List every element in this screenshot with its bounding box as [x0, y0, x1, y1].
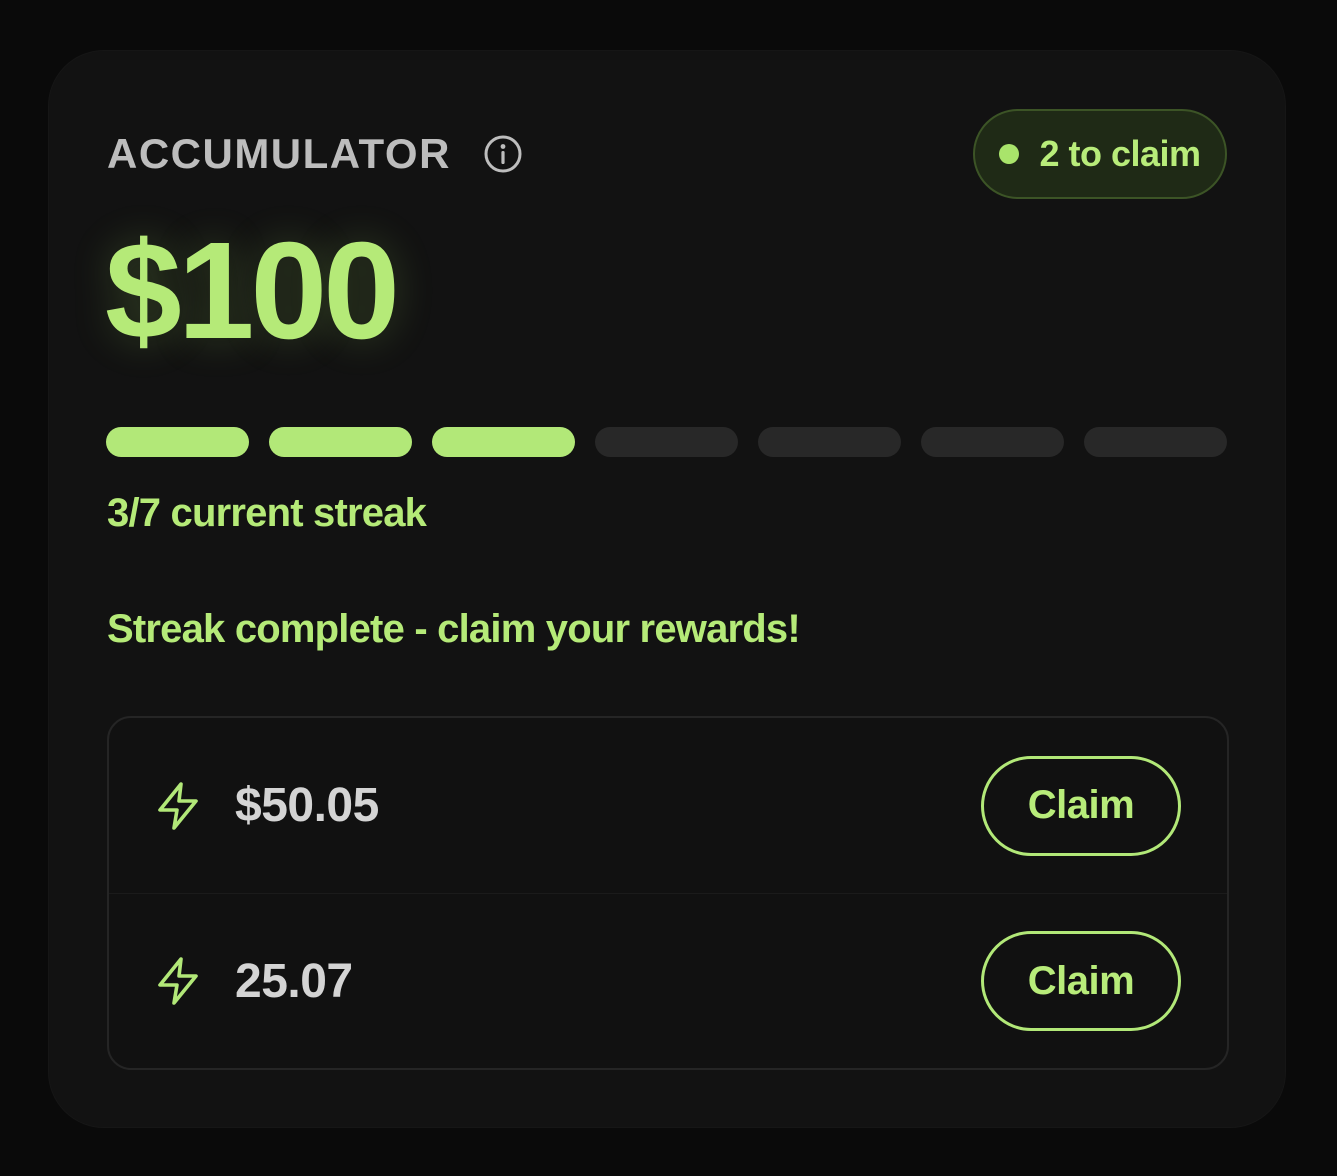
streak-segment-complete: [269, 427, 412, 457]
status-dot-icon: [999, 144, 1020, 164]
accumulated-amount: $100: [105, 214, 400, 368]
lightning-bolt-icon: [155, 956, 201, 1006]
streak-segment-pending: [758, 427, 901, 457]
reward-amount: $50.05: [235, 779, 379, 832]
claim-button[interactable]: Claim: [981, 755, 1181, 856]
streak-complete-message: Streak complete - claim your rewards!: [107, 607, 801, 651]
info-icon[interactable]: [483, 134, 523, 174]
claim-button[interactable]: Claim: [981, 931, 1181, 1031]
reward-row: $50.05 Claim: [109, 718, 1227, 893]
streak-progress-bar: [106, 427, 1227, 457]
streak-label: 3/7 current streak: [107, 491, 427, 535]
streak-segment-pending: [595, 427, 738, 457]
reward-amount: 25.07: [235, 954, 353, 1008]
lightning-bolt-icon: [155, 781, 201, 831]
badge-label: 2 to claim: [1039, 133, 1201, 174]
streak-segment-complete: [106, 427, 249, 457]
streak-segment-pending: [921, 427, 1064, 457]
rewards-list: $50.05 Claim 25.07 Claim: [107, 716, 1229, 1070]
accumulator-card: ACCUMULATOR 2 to claim $100 3/7 current …: [48, 50, 1286, 1128]
reward-row: 25.07 Claim: [109, 893, 1227, 1068]
claim-count-badge: 2 to claim: [973, 109, 1227, 199]
card-title: ACCUMULATOR: [107, 130, 451, 177]
streak-segment-complete: [432, 427, 575, 457]
streak-segment-pending: [1084, 427, 1227, 457]
card-header: ACCUMULATOR: [107, 131, 523, 177]
